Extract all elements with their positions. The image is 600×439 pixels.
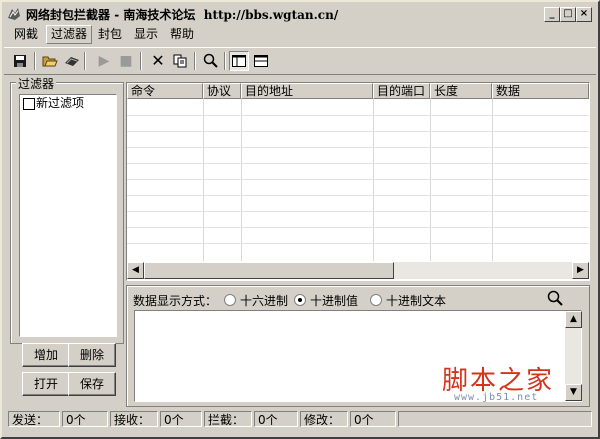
grid-line [373,99,374,261]
status-modify-label: 修改： [300,411,348,427]
find-icon[interactable] [200,51,220,71]
toolbar-separator [194,52,196,70]
status-block-label: 拦截： [204,411,252,427]
toolbar-separator [140,52,142,70]
main-window: 网络封包拦截器 - 南海技术论坛 http://bbs.wgtan.cn/ _ … [0,0,600,439]
close-button[interactable]: × [576,7,592,22]
menu-capture[interactable]: 网截 [10,26,42,43]
status-recv-label: 接收： [110,411,158,427]
scroll-right-button[interactable]: ▶ [572,262,589,279]
status-modify-value: 0个 [350,411,396,427]
copy-icon[interactable] [170,51,190,71]
list-item[interactable]: 新过滤项 [20,96,116,110]
radio-button[interactable] [370,294,382,306]
menu-filter[interactable]: 过滤器 [46,25,93,44]
toolbar-separator [224,52,226,70]
column-header[interactable]: 数据 [492,83,589,99]
radio-label: 十进制文本 [386,294,447,308]
open-button[interactable]: 打开 [22,372,70,396]
grid-line [127,131,589,132]
open-icon[interactable] [40,51,60,71]
grid-line [127,211,589,212]
scroll-thumb[interactable] [144,262,394,279]
column-header[interactable]: 目的地址 [241,83,373,99]
title-bar[interactable]: 网络封包拦截器 - 南海技术论坛 http://bbs.wgtan.cn/ _ … [4,4,596,24]
status-block-value: 0个 [254,411,298,427]
grid-line [127,195,589,196]
status-bar: 发送： 0个 接收： 0个 拦截： 0个 修改： 0个 [4,409,596,429]
checkbox[interactable] [23,97,35,110]
toolbar: ▶ ■ ✕ [4,47,596,75]
menu-bar: 网截 过滤器 封包 显示 帮助 [4,25,596,44]
title-url: http://bbs.wgtan.cn/ [203,8,339,22]
add-button[interactable]: 增加 [22,343,70,367]
radio-decimal-text[interactable]: 十进制文本 [370,292,446,309]
grid-line [203,99,204,261]
packet-table[interactable]: 命令 协议 目的地址 目的端口 长度 数据 ◀ ▶ [126,82,590,281]
radio-hex[interactable]: 十六进制 [224,292,288,309]
maximize-button[interactable]: □ [560,7,576,22]
grid-line [127,163,589,164]
scroll-down-button[interactable]: ▼ [565,384,582,401]
status-send-label: 发送： [8,411,60,427]
menu-help[interactable]: 帮助 [166,26,198,43]
search-icon[interactable] [545,289,565,307]
grid-line [127,243,589,244]
stop-icon[interactable]: ■ [116,51,136,71]
minimize-button[interactable]: _ [544,7,560,22]
grid-line [127,147,589,148]
radio-label: 十六进制 [240,294,289,308]
status-recv-value: 0个 [160,411,202,427]
column-header[interactable]: 命令 [127,83,203,99]
scroll-left-button[interactable]: ◀ [127,262,144,279]
column-header[interactable]: 目的端口 [373,83,430,99]
grid-line [430,99,431,261]
grid-line [127,115,589,116]
status-spare [398,411,592,427]
grid-line [127,179,589,180]
radio-label: 十进制值 [310,294,359,308]
menu-view[interactable]: 显示 [130,26,162,43]
vertical-scrollbar[interactable]: ▲ ▼ [565,311,582,401]
menu-packet[interactable]: 封包 [94,26,126,43]
app-icon [8,8,20,20]
radio-button[interactable] [224,294,236,306]
grid-line [492,99,493,261]
filter-list[interactable]: 新过滤项 [19,94,117,337]
status-send-value: 0个 [62,411,108,427]
window-title: 网络封包拦截器 - 南海技术论坛 http://bbs.wgtan.cn/ [26,8,339,22]
scroll-up-button[interactable]: ▲ [565,311,582,328]
filter-item-label: 新过滤项 [36,96,85,110]
table-header: 命令 协议 目的地址 目的端口 长度 数据 [127,83,589,99]
keyboard-icon[interactable] [62,51,82,71]
grid-line [241,99,242,261]
remove-button[interactable]: 删除 [68,343,116,367]
column-header[interactable]: 协议 [203,83,241,99]
delete-icon[interactable]: ✕ [148,51,168,71]
horizontal-scrollbar[interactable]: ◀ ▶ [127,262,589,279]
display-mode-label: 数据显示方式： [133,294,218,308]
play-icon[interactable]: ▶ [94,51,114,71]
layout-split-icon[interactable] [229,51,249,71]
toolbar-separator [34,52,36,70]
layout-list-icon[interactable] [251,51,271,71]
save-icon[interactable] [10,51,30,71]
grid-line [127,227,589,228]
column-header[interactable]: 长度 [430,83,492,99]
watermark-url: www.jb51.net [454,392,539,403]
radio-decimal-value[interactable]: 十进制值 [294,292,358,309]
filter-group-label: 过滤器 [16,75,57,92]
radio-button[interactable] [294,294,306,306]
save-button[interactable]: 保存 [68,372,116,396]
toolbar-separator [84,52,86,70]
